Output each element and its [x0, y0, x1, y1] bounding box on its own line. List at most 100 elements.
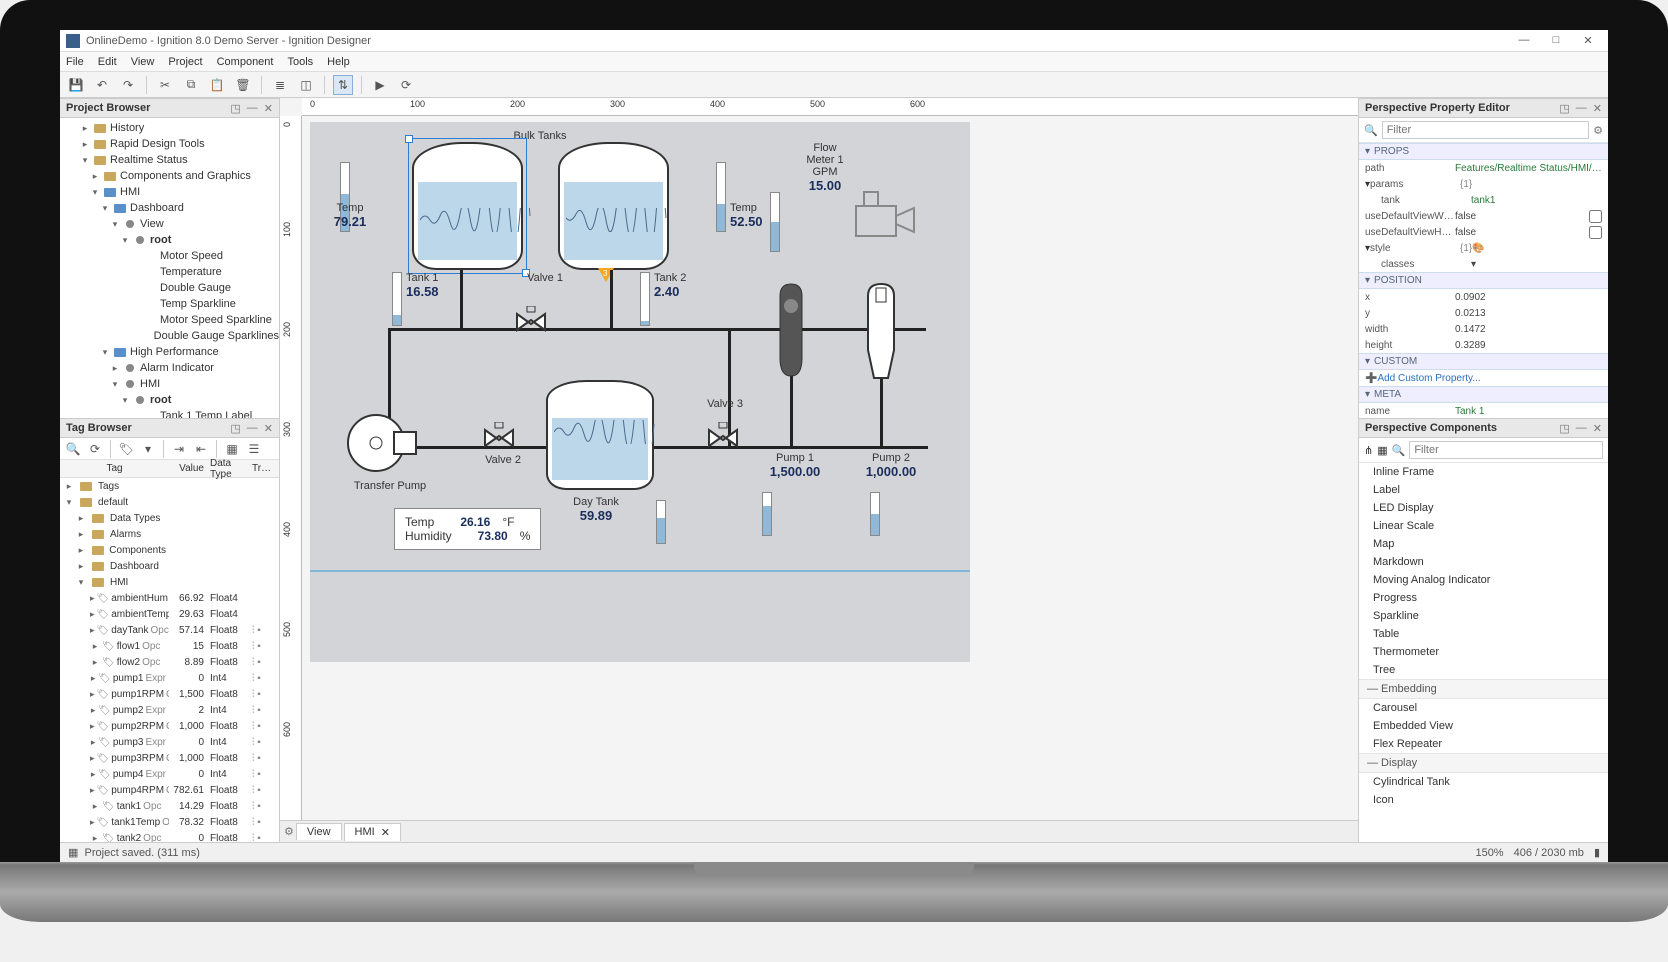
panel-minus-icon[interactable]: — — [1576, 102, 1587, 115]
component-item[interactable]: Linear Scale — [1359, 517, 1608, 535]
component-item[interactable]: Thermometer — [1359, 643, 1608, 661]
component-item[interactable]: Markdown — [1359, 553, 1608, 571]
component-item[interactable]: Progress — [1359, 589, 1608, 607]
components-filter-input[interactable] — [1409, 441, 1603, 459]
gauge-tank-2[interactable] — [640, 272, 650, 326]
valve-2[interactable] — [482, 422, 516, 448]
hmi-view[interactable]: Bulk Tanks Temp79.21 Tank 116.58 — [310, 122, 970, 662]
valve-3[interactable] — [706, 422, 740, 448]
panel-close-icon[interactable]: ✕ — [1593, 422, 1602, 435]
menu-component[interactable]: Component — [217, 56, 274, 68]
tag-row[interactable]: ▸🏷 tank1 Opc14.29Float8⫶ ▪ — [60, 798, 279, 814]
component-item[interactable]: Table — [1359, 625, 1608, 643]
save-icon[interactable]: 💾 — [66, 75, 86, 95]
tree-item[interactable]: Double Gauge — [60, 280, 279, 296]
tag-row[interactable]: ▸🏷 pump1 Expr0Int4⫶ ▪ — [60, 670, 279, 686]
tab-hmi[interactable]: HMI✕ — [344, 823, 401, 841]
component-item[interactable]: Inline Frame — [1359, 463, 1608, 481]
tag-folder[interactable]: ▾HMI — [60, 574, 279, 590]
zoom-level[interactable]: 150% — [1475, 847, 1503, 859]
panel-close-icon[interactable]: ✕ — [264, 102, 273, 115]
gauge-pump-2[interactable] — [870, 492, 880, 536]
panel-minus-icon[interactable]: — — [247, 102, 258, 115]
tree-item[interactable]: Temp Sparkline — [60, 296, 279, 312]
tank-1[interactable] — [412, 142, 523, 270]
component-item[interactable]: Map — [1359, 535, 1608, 553]
import-icon[interactable]: ⇥ — [170, 440, 188, 458]
tree-item[interactable]: Motor Speed Sparkline — [60, 312, 279, 328]
refresh-icon[interactable]: ⟳ — [396, 75, 416, 95]
pump-1-icon[interactable] — [770, 282, 812, 382]
tag-folder[interactable]: ▸Components — [60, 542, 279, 558]
menu-project[interactable]: Project — [168, 56, 202, 68]
group-icon[interactable]: ◫ — [296, 75, 316, 95]
component-item[interactable]: Icon — [1359, 791, 1608, 809]
component-item[interactable]: LED Display — [1359, 499, 1608, 517]
export-icon[interactable]: ⇤ — [192, 440, 210, 458]
tree-item[interactable]: ▸Rapid Design Tools — [60, 136, 279, 152]
tag-row[interactable]: ▸🏷 pump4 Expr0Int4⫶ ▪ — [60, 766, 279, 782]
udvh-checkbox[interactable] — [1589, 226, 1602, 239]
cut-icon[interactable]: ✂ — [155, 75, 175, 95]
tag-row[interactable]: ▸🏷 pump2 Expr2Int4⫶ ▪ — [60, 702, 279, 718]
play-icon[interactable]: ▶ — [370, 75, 390, 95]
tag-row[interactable]: ▸🏷 pump2RPM Opc1,000Float8⫶ ▪ — [60, 718, 279, 734]
property-filter-input[interactable] — [1382, 121, 1589, 139]
day-tank[interactable] — [546, 380, 654, 490]
design-canvas[interactable]: 0100200300400500600 0100200300400500600 … — [280, 98, 1358, 820]
dropdown-icon[interactable]: ▾ — [139, 440, 157, 458]
columns-icon[interactable]: ▦ — [223, 440, 241, 458]
pump-2-icon[interactable] — [860, 282, 902, 382]
tag-row[interactable]: ▸🏷 flow2 Opc8.89Float8⫶ ▪ — [60, 654, 279, 670]
tag-folder[interactable]: ▸Alarms — [60, 526, 279, 542]
paste-icon[interactable]: 📋 — [207, 75, 227, 95]
undo-icon[interactable]: ↶ — [92, 75, 112, 95]
grid-icon[interactable]: ▦ — [68, 846, 78, 859]
copy-icon[interactable]: ⧉ — [181, 75, 201, 95]
tag-row[interactable]: ▸🏷 tank1Temp Opc78.32Float8⫶ ▪ — [60, 814, 279, 830]
property-tree[interactable]: ▾PROPS pathFeatures/Realtime Status/HMI/… — [1359, 143, 1608, 418]
gauge-pump-1[interactable] — [762, 492, 772, 536]
gauge-tank-1[interactable] — [392, 272, 402, 326]
tag-row[interactable]: ▸🏷 pump1RPM Opc1,500Float8⫶ ▪ — [60, 686, 279, 702]
panel-close-icon[interactable]: ✕ — [1593, 102, 1602, 115]
tree-item[interactable]: ▾root — [60, 232, 279, 248]
project-tree[interactable]: ▸History▸Rapid Design Tools▾Realtime Sta… — [60, 118, 279, 418]
tag-folder[interactable]: ▸Data Types — [60, 510, 279, 526]
transfer-pump-icon[interactable] — [342, 408, 420, 478]
component-item[interactable]: Carousel — [1359, 699, 1608, 717]
tag-folder[interactable]: ▸Tags — [60, 478, 279, 494]
delete-icon[interactable]: 🗑 — [233, 75, 253, 95]
tree-item[interactable]: ▸History — [60, 120, 279, 136]
component-item[interactable]: Sparkline — [1359, 607, 1608, 625]
component-item[interactable]: Embedded View — [1359, 717, 1608, 735]
component-item[interactable]: Tree — [1359, 661, 1608, 679]
gear-icon[interactable]: ⚙ — [284, 825, 294, 838]
tag-row[interactable]: ▸🏷 ambientHum Opc66.92Float4 — [60, 590, 279, 606]
panel-popout-icon[interactable]: ◳ — [1559, 422, 1569, 435]
components-list[interactable]: Inline FrameLabelLED DisplayLinear Scale… — [1359, 463, 1608, 842]
minimize-button[interactable]: — — [1510, 34, 1538, 47]
component-item[interactable]: Cylindrical Tank — [1359, 773, 1608, 791]
align-icon[interactable]: ≣ — [270, 75, 290, 95]
tree-item[interactable]: ▾View — [60, 216, 279, 232]
panel-close-icon[interactable]: ✕ — [264, 422, 273, 435]
tree-item[interactable]: Motor Speed — [60, 248, 279, 264]
tree-item[interactable]: ▸Alarm Indicator — [60, 360, 279, 376]
tree-item[interactable]: ▾Dashboard — [60, 200, 279, 216]
tree-item[interactable]: ▾Realtime Status — [60, 152, 279, 168]
tag-row[interactable]: ▸🏷 ambientTemp Opc29.63Float4 — [60, 606, 279, 622]
tree-item[interactable]: ▾HMI — [60, 184, 279, 200]
search-icon[interactable]: 🔍 — [64, 440, 82, 458]
tag-row[interactable]: ▸🏷 dayTank Opc57.14Float8⫶ ▪ — [60, 622, 279, 638]
add-tag-icon[interactable]: 🏷 — [117, 440, 135, 458]
component-item[interactable]: Flex Repeater — [1359, 735, 1608, 753]
add-custom-property[interactable]: Add Custom Property... — [1377, 373, 1480, 384]
tag-folder[interactable]: ▸Dashboard — [60, 558, 279, 574]
component-item[interactable]: Label — [1359, 481, 1608, 499]
tree-item[interactable]: ▾root — [60, 392, 279, 408]
refresh-icon[interactable]: ⟳ — [86, 440, 104, 458]
list-icon[interactable]: ☰ — [245, 440, 263, 458]
tag-row[interactable]: ▸🏷 flow1 Opc15Float8⫶ ▪ — [60, 638, 279, 654]
tab-view[interactable]: View — [296, 823, 342, 840]
